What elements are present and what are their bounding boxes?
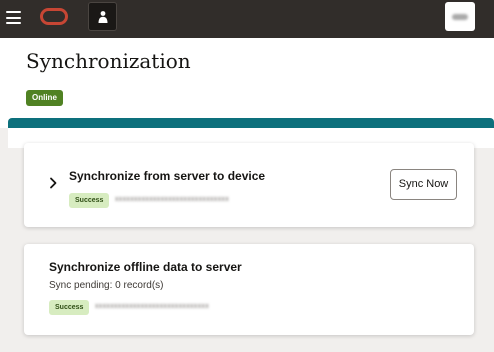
server-to-device-card: Synchronize from server to device Succes… bbox=[24, 143, 474, 227]
user-icon bbox=[98, 10, 107, 23]
chevron-right-icon[interactable] bbox=[48, 177, 58, 189]
profile-avatar-icon bbox=[452, 13, 468, 20]
user-button[interactable] bbox=[88, 2, 117, 31]
accent-strip bbox=[8, 118, 494, 128]
timestamp-redacted: xxxxxxxxxxxxxxxxxxxxxxxxxxxxxx bbox=[95, 303, 209, 310]
card-title: Synchronize from server to device bbox=[69, 169, 266, 183]
online-status-badge: Online bbox=[26, 90, 63, 106]
hamburger-menu-icon[interactable] bbox=[6, 11, 21, 24]
sync-pending-text: Sync pending: 0 record(s) bbox=[49, 280, 164, 291]
top-bar bbox=[0, 0, 494, 38]
status-badge: Success bbox=[49, 300, 90, 315]
oracle-logo-icon[interactable] bbox=[40, 8, 68, 25]
offline-to-server-card: Synchronize offline data to server Sync … bbox=[24, 244, 474, 335]
card-title: Synchronize offline data to server bbox=[49, 260, 242, 274]
sync-now-button[interactable]: Sync Now bbox=[390, 169, 457, 200]
status-badge: Success bbox=[69, 193, 110, 208]
page-title: Synchronization bbox=[26, 49, 191, 73]
timestamp-redacted: xxxxxxxxxxxxxxxxxxxxxxxxxxxxxx bbox=[115, 196, 229, 203]
profile-avatar[interactable] bbox=[445, 2, 475, 31]
